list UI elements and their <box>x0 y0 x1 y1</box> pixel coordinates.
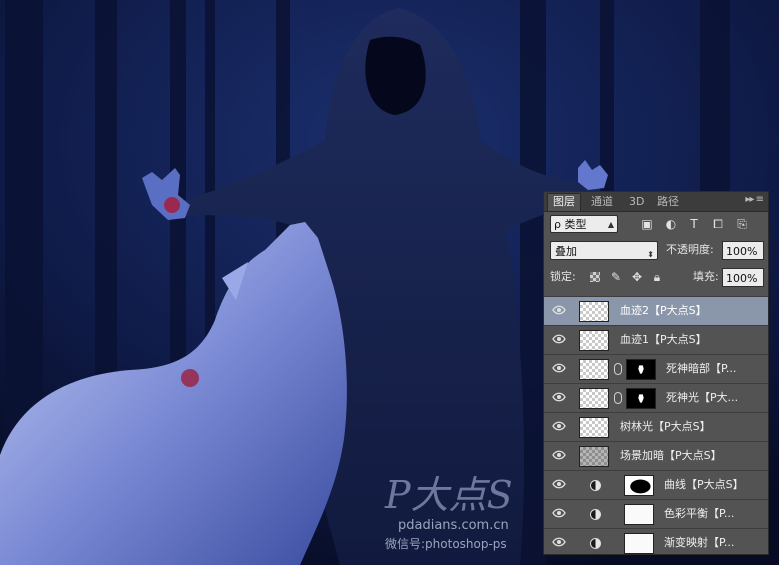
visibility-eye-icon[interactable] <box>552 334 566 344</box>
layer-row[interactable]: 死神暗部【P... <box>544 354 768 383</box>
layer-thumbnail[interactable] <box>579 330 609 351</box>
layers-panel: 图层 通道 3D 路径 ▸▸ ≡ ρ 类型 ▲ ▣ ◐ T ⧠ ⎘ 叠加 ⬍ 不… <box>543 191 769 555</box>
layer-row[interactable]: 场景加暗【P大点S】 <box>544 441 768 470</box>
layer-name: 场景加暗【P大点S】 <box>620 449 722 462</box>
lock-all-icon[interactable]: 🔒︎ <box>650 270 664 284</box>
layer-thumbnail[interactable] <box>579 446 609 467</box>
layer-row[interactable]: 曲线【P大点S】 <box>544 470 768 499</box>
filter-kind-label: ρ 类型 <box>554 218 587 231</box>
fill-field[interactable]: 100% <box>722 268 764 287</box>
mask-link-icon[interactable] <box>614 363 622 375</box>
visibility-eye-icon[interactable] <box>552 450 566 460</box>
watermark-logo: P大点S <box>384 473 513 517</box>
layer-mask-thumbnail[interactable] <box>624 475 654 496</box>
layer-thumbnail[interactable] <box>579 301 609 322</box>
layer-name: 死神光【P大... <box>666 391 739 404</box>
fill-label: 填充: <box>693 270 719 283</box>
panel-menu-icon[interactable]: ▸▸ ≡ <box>745 194 764 205</box>
layer-thumbnail[interactable] <box>579 359 609 380</box>
filter-kind-select[interactable]: ρ 类型 ▲ <box>550 215 618 233</box>
visibility-eye-icon[interactable] <box>552 392 566 402</box>
opacity-label: 不透明度: <box>666 243 714 256</box>
adjustment-layer-icon <box>590 509 601 520</box>
adjustment-layer-icon <box>590 538 601 549</box>
visibility-eye-icon[interactable] <box>552 363 566 373</box>
layer-thumbnail[interactable] <box>579 388 609 409</box>
layer-row[interactable]: 血迹1【P大点S】 <box>544 325 768 354</box>
layer-row[interactable]: 血迹2【P大点S】 <box>544 296 768 325</box>
image-filter-icon[interactable]: ▣ <box>639 217 655 231</box>
layer-thumbnail[interactable] <box>579 417 609 438</box>
mask-link-icon[interactable] <box>614 392 622 404</box>
layer-name: 血迹2【P大点S】 <box>620 304 707 317</box>
layer-name: 曲线【P大点S】 <box>664 478 744 491</box>
tab-channels[interactable]: 通道 <box>586 194 618 211</box>
blend-mode-label: 叠加 <box>555 245 577 258</box>
layer-name: 色彩平衡【P... <box>664 507 735 520</box>
watermark-wechat: 微信号:photoshop-ps <box>385 537 507 551</box>
layer-mask-thumbnail[interactable] <box>624 504 654 525</box>
type-filter-icon[interactable]: T <box>686 217 702 231</box>
layer-name: 树林光【P大点S】 <box>620 420 711 433</box>
blend-row: 叠加 ⬍ 不透明度: 100% <box>544 240 768 262</box>
layer-name: 渐变映射【P... <box>664 536 735 549</box>
layer-row[interactable]: 色彩平衡【P... <box>544 499 768 528</box>
lock-image-pixels-icon[interactable]: ✎ <box>609 270 623 284</box>
tab-3d[interactable]: 3D <box>624 194 649 211</box>
visibility-eye-icon[interactable] <box>552 537 566 547</box>
panel-tab-bar: 图层 通道 3D 路径 ▸▸ ≡ <box>544 192 768 212</box>
shape-filter-icon[interactable]: ⧠ <box>710 217 726 231</box>
lock-row: 锁定: ✎ ✥ 🔒︎ 填充: 100% <box>544 267 768 289</box>
tab-paths[interactable]: 路径 <box>652 194 684 211</box>
layer-row[interactable]: 树林光【P大点S】 <box>544 412 768 441</box>
layer-mask-thumbnail[interactable] <box>626 359 656 380</box>
visibility-eye-icon[interactable] <box>552 508 566 518</box>
layer-row[interactable]: 死神光【P大... <box>544 383 768 412</box>
layer-row[interactable]: 渐变映射【P... <box>544 528 768 554</box>
layer-filter-row: ρ 类型 ▲ ▣ ◐ T ⧠ ⎘ <box>544 213 768 237</box>
chevron-updown-icon: ▲ <box>607 220 614 229</box>
visibility-eye-icon[interactable] <box>552 305 566 315</box>
adjustment-layer-icon <box>590 480 601 491</box>
visibility-eye-icon[interactable] <box>552 479 566 489</box>
lock-label: 锁定: <box>550 270 576 283</box>
adjustment-filter-icon[interactable]: ◐ <box>663 217 679 231</box>
lock-position-icon[interactable]: ✥ <box>630 270 644 284</box>
watermark-site: pdadians.com.cn <box>398 518 509 533</box>
layer-name: 血迹1【P大点S】 <box>620 333 707 346</box>
smart-object-filter-icon[interactable]: ⎘ <box>734 217 750 231</box>
layer-mask-thumbnail[interactable] <box>626 388 656 409</box>
opacity-field[interactable]: 100% <box>722 241 764 260</box>
blend-mode-select[interactable]: 叠加 ⬍ <box>550 241 658 260</box>
lock-transparent-pixels-icon[interactable] <box>590 272 600 282</box>
tab-layers[interactable]: 图层 <box>547 193 581 211</box>
visibility-eye-icon[interactable] <box>552 421 566 431</box>
chevron-updown-icon: ⬍ <box>647 250 654 259</box>
layer-name: 死神暗部【P... <box>666 362 737 375</box>
layer-mask-thumbnail[interactable] <box>624 533 654 554</box>
